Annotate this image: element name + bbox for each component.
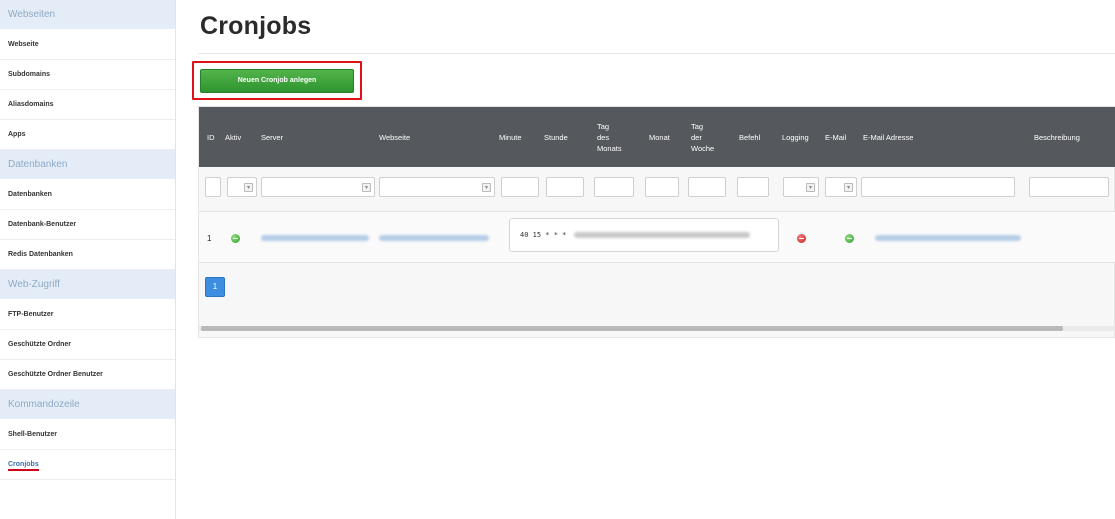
sidebar-item-label: Subdomains	[8, 71, 51, 78]
filter-server-select[interactable]: ▾	[261, 177, 375, 197]
redacted-email-address	[875, 235, 1021, 241]
new-cronjob-button[interactable]: Neuen Cronjob anlegen	[200, 69, 354, 93]
sidebar-item-redis-datenbanken[interactable]: Redis Datenbanken	[0, 240, 175, 270]
header-email-adresse[interactable]: E-Mail Adresse	[863, 107, 913, 167]
filter-beschreibung-input[interactable]	[1029, 177, 1109, 197]
pagination-page-1[interactable]: 1	[205, 277, 225, 297]
filter-tag-woche-input[interactable]	[688, 177, 726, 197]
redacted-server	[261, 235, 369, 241]
header-beschreibung[interactable]: Beschreibung	[1034, 107, 1080, 167]
check-circle-icon	[231, 233, 240, 243]
sidebar-section-web-zugriff: Web-Zugriff	[0, 270, 175, 300]
chevron-down-icon: ▾	[482, 183, 491, 192]
sidebar-item-shell-benutzer[interactable]: Shell-Benutzer	[0, 420, 175, 450]
sidebar-item-label: Datenbanken	[8, 191, 52, 198]
header-logging[interactable]: Logging	[782, 107, 809, 167]
header-minute[interactable]: Minute	[499, 107, 522, 167]
filter-befehl-input[interactable]	[737, 177, 769, 197]
header-stunde[interactable]: Stunde	[544, 107, 568, 167]
cross-circle-icon	[797, 233, 806, 243]
sidebar-item-label: Datenbank-Benutzer	[8, 221, 77, 228]
sidebar-section-kommandozeile: Kommandozeile	[0, 390, 175, 420]
main-content: Cronjobs Neuen Cronjob anlegen ID Aktiv …	[186, 0, 1115, 519]
chevron-down-icon: ▾	[844, 183, 853, 192]
horizontal-scrollbar[interactable]	[199, 326, 1115, 331]
header-monat[interactable]: Monat	[649, 107, 670, 167]
sidebar-item-label: Redis Datenbanken	[8, 251, 73, 258]
cell-schedule: 40 15 * * *	[520, 231, 567, 239]
filter-tag-monat-input[interactable]	[594, 177, 634, 197]
header-server[interactable]: Server	[261, 107, 283, 167]
header-aktiv[interactable]: Aktiv	[225, 107, 241, 167]
redacted-command	[574, 232, 751, 238]
sidebar-section-datenbanken: Datenbanken	[0, 150, 175, 180]
redacted-webseite	[379, 235, 489, 241]
sidebar-item-datenbanken[interactable]: Datenbanken	[0, 180, 175, 210]
chevron-down-icon: ▾	[362, 183, 371, 192]
sidebar-item-apps[interactable]: Apps	[0, 120, 175, 150]
sidebar-item-label: Shell-Benutzer	[8, 431, 58, 438]
header-tag-des-monats[interactable]: Tag des Monats	[597, 107, 622, 167]
cell-aktiv	[231, 212, 240, 264]
table-row[interactable]: 1 40 15 * * *	[199, 211, 1115, 263]
cell-webseite	[379, 212, 489, 264]
sidebar-item-label: Cronjobs	[8, 461, 39, 471]
filter-monat-input[interactable]	[645, 177, 679, 197]
cell-logging	[797, 212, 806, 264]
cell-email-adresse	[875, 212, 1021, 264]
sidebar-item-ftp-benutzer[interactable]: FTP-Benutzer	[0, 300, 175, 330]
cell-id: 1	[207, 233, 212, 243]
sidebar-item-label: Apps	[8, 131, 26, 138]
header-tag-der-woche[interactable]: Tag der Woche	[691, 107, 714, 167]
cell-server	[261, 212, 369, 264]
filter-webseite-select[interactable]: ▾	[379, 177, 495, 197]
sidebar-item-webseite[interactable]: Webseite	[0, 30, 175, 60]
sidebar-section-webseiten: Webseiten	[0, 0, 175, 30]
chevron-down-icon: ▾	[806, 183, 815, 192]
page-title: Cronjobs	[200, 12, 312, 40]
sidebar-item-label: Geschützte Ordner Benutzer	[8, 371, 103, 378]
sidebar-item-label: Aliasdomains	[8, 101, 54, 108]
chevron-down-icon: ▾	[244, 183, 253, 192]
sidebar-item-datenbank-benutzer[interactable]: Datenbank-Benutzer	[0, 210, 175, 240]
header-id[interactable]: ID	[207, 107, 215, 167]
schedule-command-box[interactable]: 40 15 * * *	[509, 218, 779, 252]
sidebar-item-geschuetzte-ordner-benutzer[interactable]: Geschützte Ordner Benutzer	[0, 360, 175, 390]
sidebar-item-label: Webseite	[8, 41, 39, 48]
sidebar-item-cronjobs[interactable]: Cronjobs	[0, 450, 175, 480]
title-divider	[198, 53, 1115, 54]
filter-email-select[interactable]: ▾	[825, 177, 857, 197]
header-email[interactable]: E-Mail	[825, 107, 846, 167]
filter-minute-input[interactable]	[501, 177, 539, 197]
sidebar: Webseiten Webseite Subdomains Aliasdomai…	[0, 0, 176, 519]
sidebar-item-subdomains[interactable]: Subdomains	[0, 60, 175, 90]
sidebar-item-geschuetzte-ordner[interactable]: Geschützte Ordner	[0, 330, 175, 360]
sidebar-item-label: Geschützte Ordner	[8, 341, 72, 348]
table-header: ID Aktiv Server Webseite Minute Stunde T…	[199, 107, 1115, 167]
filter-logging-select[interactable]: ▾	[783, 177, 819, 197]
header-webseite[interactable]: Webseite	[379, 107, 410, 167]
filter-stunde-input[interactable]	[546, 177, 584, 197]
filter-id-input[interactable]	[205, 177, 221, 197]
filter-email-adresse-input[interactable]	[861, 177, 1015, 197]
sidebar-item-label: FTP-Benutzer	[8, 311, 54, 318]
check-circle-icon	[845, 233, 854, 243]
filter-aktiv-select[interactable]: ▾	[227, 177, 257, 197]
highlight-frame: Neuen Cronjob anlegen	[192, 61, 362, 100]
filter-row: ▾ ▾ ▾ ▾ ▾	[199, 173, 1115, 203]
cronjob-table: ID Aktiv Server Webseite Minute Stunde T…	[198, 106, 1115, 338]
sidebar-item-aliasdomains[interactable]: Aliasdomains	[0, 90, 175, 120]
header-befehl[interactable]: Befehl	[739, 107, 760, 167]
scrollbar-thumb[interactable]	[201, 326, 1063, 331]
cell-email	[845, 212, 854, 264]
